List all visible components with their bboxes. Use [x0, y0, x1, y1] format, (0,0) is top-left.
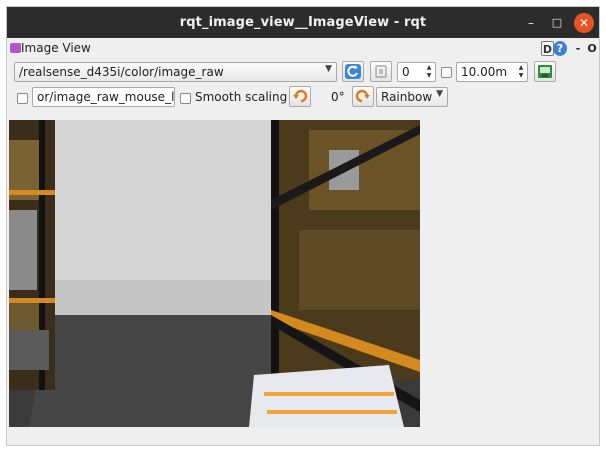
save-button[interactable]: [534, 61, 556, 82]
rotate-left-icon: [293, 89, 308, 103]
smooth-scaling-label: Smooth scaling: [195, 90, 288, 104]
rotation-label: 0°: [331, 90, 345, 104]
fps-spinbox[interactable]: 0 ▲ ▼: [397, 62, 436, 82]
plugin-title: Image View: [21, 41, 91, 55]
rotate-left-button[interactable]: [289, 86, 311, 107]
smooth-scaling-checkbox[interactable]: [180, 93, 191, 104]
rate-checkbox[interactable]: [441, 67, 452, 78]
zoom-button[interactable]: [370, 61, 392, 82]
rate-value: 10.00m: [461, 65, 508, 79]
plugin-icon: [10, 43, 21, 53]
mouse-topic-value: or/image_raw_mouse_left: [37, 90, 175, 104]
window-title: rqt_image_view__ImageView - rqt: [179, 15, 427, 30]
mouse-topic-field[interactable]: or/image_raw_mouse_left: [32, 87, 175, 107]
title-bar[interactable]: rqt_image_view__ImageView - rqt – □ ✕: [7, 7, 599, 38]
refresh-icon: [345, 64, 361, 79]
maximize-icon[interactable]: □: [547, 13, 567, 33]
mouse-publish-checkbox[interactable]: [17, 93, 28, 104]
zoom-icon: [375, 65, 387, 78]
topic-combobox[interactable]: /realsense_d435i/color/image_raw ▼: [14, 62, 337, 82]
camera-image-render: [9, 120, 420, 427]
chevron-down-icon: ▼: [436, 89, 443, 99]
camera-image[interactable]: [9, 120, 420, 427]
fps-value: 0: [402, 65, 410, 79]
minimize-plugin-button[interactable]: -: [573, 41, 583, 56]
plugin-header: Image View D ? - O: [7, 38, 599, 60]
spin-arrows-icon: ▲ ▼: [426, 64, 432, 79]
colormap-value: Rainbow: [381, 90, 433, 104]
colormap-combobox[interactable]: Rainbow ▼: [376, 87, 448, 107]
help-icon[interactable]: ?: [553, 41, 567, 56]
minimize-icon[interactable]: –: [521, 13, 541, 33]
refresh-button[interactable]: [342, 61, 364, 82]
rotate-right-icon: [355, 89, 370, 103]
rotate-right-button[interactable]: [352, 86, 374, 107]
close-plugin-button[interactable]: O: [586, 41, 598, 56]
spin-arrows-icon: ▲ ▼: [518, 64, 524, 79]
rate-spinbox[interactable]: 10.00m ▲ ▼: [456, 62, 528, 82]
app-window: rqt_image_view__ImageView - rqt – □ ✕ Im…: [6, 6, 600, 446]
chevron-down-icon: ▼: [325, 64, 332, 74]
save-icon: [538, 65, 552, 78]
topic-combobox-value: /realsense_d435i/color/image_raw: [19, 65, 224, 79]
close-icon[interactable]: ✕: [574, 13, 594, 33]
